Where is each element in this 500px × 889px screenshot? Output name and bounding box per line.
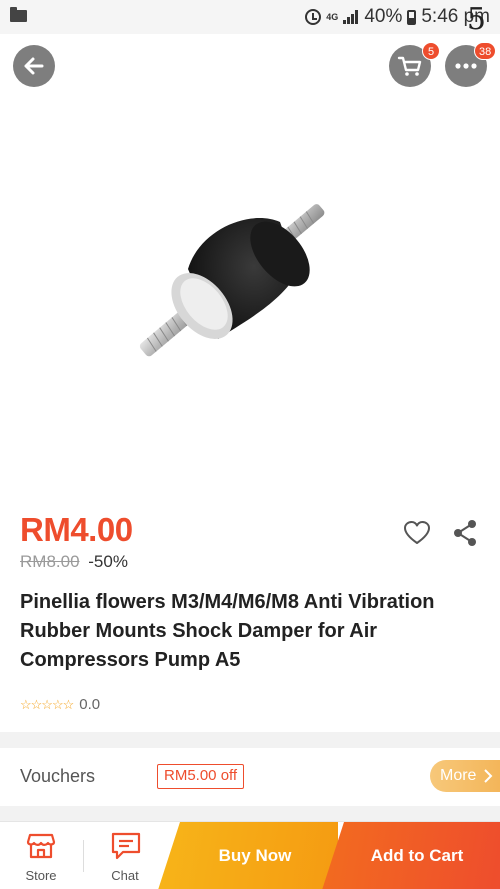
chat-button[interactable]: Chat bbox=[84, 822, 166, 889]
more-label: More bbox=[440, 767, 477, 784]
store-label: Store bbox=[25, 868, 57, 883]
original-price-row: RM8.00 -50% bbox=[20, 552, 128, 572]
store-button[interactable]: Store bbox=[0, 822, 82, 889]
buy-now-button[interactable]: Buy Now bbox=[158, 822, 338, 889]
network-type: 4G bbox=[326, 12, 339, 22]
chevron-right-icon bbox=[484, 769, 493, 783]
rating-row[interactable]: ☆☆☆☆☆ 0.0 bbox=[20, 696, 100, 713]
product-page: 4G 40% 5:46 pm 5 5 38 RM4.00 RM8.00 -50%… bbox=[0, 0, 500, 889]
vouchers-row[interactable]: Vouchers RM5.00 off More bbox=[0, 748, 500, 806]
discount-label: -50% bbox=[88, 552, 128, 571]
add-to-cart-button[interactable]: Add to Cart bbox=[322, 822, 500, 889]
heart-icon[interactable] bbox=[403, 520, 431, 546]
product-title: Pinellia flowers M3/M4/M6/M8 Anti Vibrat… bbox=[20, 591, 435, 671]
status-right: 4G 40% 5:46 pm bbox=[305, 6, 490, 28]
chat-label: Chat bbox=[111, 868, 139, 883]
back-arrow-icon bbox=[24, 57, 44, 75]
product-photo bbox=[139, 204, 325, 357]
overlay-digit: 5 bbox=[466, 2, 486, 37]
chat-icon bbox=[111, 832, 141, 860]
price: RM4.00 bbox=[20, 511, 133, 548]
share-icon[interactable] bbox=[452, 519, 478, 547]
voucher-tag[interactable]: RM5.00 off bbox=[157, 764, 245, 789]
folder-icon bbox=[10, 7, 27, 22]
back-button[interactable] bbox=[13, 45, 55, 87]
status-bar: 4G 40% 5:46 pm 5 bbox=[0, 0, 500, 37]
battery-percent: 40% bbox=[364, 6, 403, 27]
bottom-action-bar: Store Chat Buy Now Add to Cart bbox=[0, 821, 500, 889]
cart-count-badge: 5 bbox=[422, 42, 440, 60]
notification-count-badge: 38 bbox=[474, 42, 497, 60]
product-info: RM4.00 RM8.00 -50% Pinellia flowers M3/M… bbox=[0, 500, 500, 732]
rating-stars: ☆☆☆☆☆ bbox=[20, 696, 74, 712]
product-image-area[interactable]: 5 38 bbox=[0, 34, 500, 500]
more-vouchers-button[interactable]: More bbox=[430, 760, 500, 792]
original-price: RM8.00 bbox=[20, 552, 80, 571]
alarm-icon bbox=[305, 9, 322, 25]
battery-icon bbox=[407, 9, 417, 25]
store-icon bbox=[26, 833, 56, 859]
vouchers-label: Vouchers bbox=[20, 766, 96, 786]
rating-value: 0.0 bbox=[79, 696, 101, 713]
signal-icon bbox=[343, 10, 359, 24]
